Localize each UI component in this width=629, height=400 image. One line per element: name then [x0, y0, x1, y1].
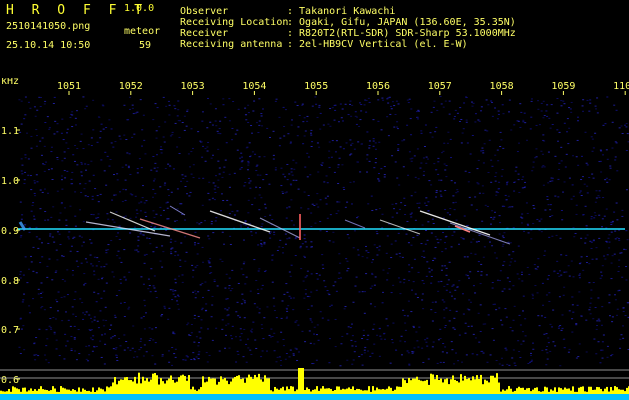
receiver-label: Receiver	[180, 28, 229, 39]
x-tick-label: 1059	[551, 81, 575, 92]
meteor-trail	[169, 205, 186, 216]
meteor-trail	[344, 219, 366, 229]
antenna-label: Receiving antenna	[180, 39, 283, 50]
x-tick-label: 1058	[490, 81, 514, 92]
meteor-counter-value: 59	[139, 40, 152, 51]
x-tick-label: 1053	[181, 81, 205, 92]
signal-level-bars	[0, 368, 629, 394]
datetime-label: 25.10.14 10:50	[6, 40, 91, 51]
x-tick-label: 1100	[613, 81, 629, 92]
level-baseline	[0, 394, 629, 400]
y-tick-label: 1.1	[1, 126, 19, 137]
x-tick-labels: 1051 1052 1053 1054 1055 1056 1057 1058 1059 1100	[57, 81, 629, 95]
y-tick-label: 1.0	[1, 176, 19, 187]
y-tick-label: 0.9	[1, 226, 19, 237]
filename-label: 2510141050.png	[6, 21, 91, 32]
spectrogram: kHz 1051 1052 1053 1054 1055 1056 1057 1058 1059…	[0, 78, 629, 400]
app-version: 1.0.0	[124, 3, 155, 14]
meteor-counter-label: meteor	[124, 26, 161, 37]
x-tick-label: 1054	[242, 81, 266, 92]
meteor-trail	[379, 219, 421, 235]
receiver-value: : R820T2(RTL-SDR) SDR-Sharp 53.1000MHz	[287, 28, 516, 39]
y-tick-label: 0.8	[1, 276, 19, 287]
meteor-trail	[259, 217, 301, 239]
header-panel: H R O F F T 1.0.0 2510141050.png 25.10.1…	[0, 0, 629, 78]
y-unit-label: kHz	[1, 78, 19, 87]
meteor-trail	[449, 222, 511, 245]
y-tick-label: 0.6	[1, 375, 19, 386]
y-tick-label: 0.7	[1, 325, 19, 336]
y-tick-labels: 1.1 1.0 0.9 0.8 0.7 0.6	[1, 126, 20, 386]
location-value: : Ogaki, Gifu, JAPAN (136.60E, 35.35N)	[287, 17, 516, 28]
x-tick-label: 1056	[366, 81, 390, 92]
meteor-echoes	[18, 205, 511, 245]
x-tick-label: 1052	[119, 81, 143, 92]
x-tick-label: 1057	[428, 81, 452, 92]
observer-label: Observer	[180, 6, 229, 17]
meteor-trail	[419, 210, 491, 236]
location-label: Receiving Location	[180, 17, 289, 28]
x-tick-label: 1055	[304, 81, 328, 92]
antenna-value: : 2el-HB9CV Vertical (el. E-W)	[287, 39, 468, 50]
noise-field	[18, 96, 629, 367]
observer-value: : Takanori Kawachi	[287, 6, 396, 17]
x-tick-label: 1051	[57, 81, 81, 92]
